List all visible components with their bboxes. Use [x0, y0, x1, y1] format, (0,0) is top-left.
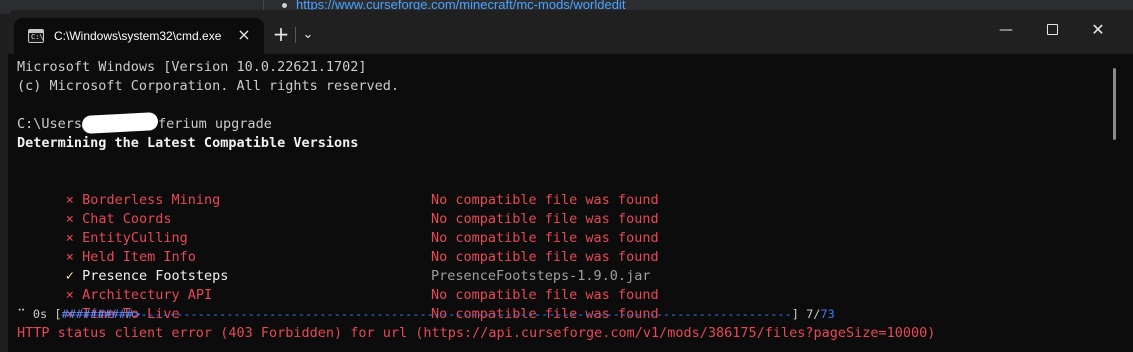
prompt-prefix: C:\Users: [17, 116, 83, 132]
background-bullet: [282, 3, 287, 8]
result-row: × Held Item Info No compatible file was f…: [17, 229, 917, 265]
tab-title: C:\Windows\system32\cmd.exe: [54, 29, 222, 43]
redacted-username: [81, 111, 159, 134]
status-heading: Determining the Latest Compatible Versio…: [17, 135, 359, 151]
header-line-1: Microsoft Windows [Version 10.0.22621.17…: [17, 59, 367, 75]
error-message: HTTP status client error (403 Forbidden)…: [17, 325, 936, 341]
cmd-icon: C:\: [28, 29, 44, 43]
progress-done: 7: [806, 307, 814, 321]
progress-elapsed: 0s: [32, 307, 48, 321]
progress-bar: ⠉ 0s [##########>-----------------------…: [17, 307, 835, 321]
close-button[interactable]: ✕: [1075, 10, 1121, 50]
tab-close-icon[interactable]: ×: [236, 27, 252, 43]
maximize-icon: [1046, 24, 1058, 35]
title-bar[interactable]: C:\ C:\Windows\system32\cmd.exe × + ⌄ — …: [8, 10, 1133, 54]
result-row: × Borderless Mining No compatible file wa…: [17, 172, 917, 208]
result-row: × EntityCulling No compatible file was fo…: [17, 210, 917, 246]
prompt-command: ferium upgrade: [158, 116, 272, 132]
progress-remaining: ----------------------------------------…: [140, 307, 792, 321]
tab-separator: [295, 27, 296, 43]
maximize-button[interactable]: [1029, 10, 1075, 50]
prompt-line: C:\Users ferium upgrade: [17, 111, 272, 134]
header-line-2: (c) Microsoft Corporation. All rights re…: [17, 78, 400, 94]
result-row: × Chat Coords No compatible file was foun…: [17, 191, 917, 227]
scrollbar[interactable]: [1113, 68, 1116, 140]
minimize-button[interactable]: —: [983, 10, 1029, 50]
progress-filled: ##########>: [61, 307, 141, 321]
terminal-output[interactable]: Microsoft Windows [Version 10.0.22621.17…: [17, 58, 1112, 352]
terminal-window: C:\ C:\Windows\system32\cmd.exe × + ⌄ — …: [8, 10, 1133, 352]
tab-cmd[interactable]: C:\ C:\Windows\system32\cmd.exe ×: [14, 18, 264, 54]
result-row: × Architectury API No compatible file was…: [17, 267, 917, 303]
result-row: ✓ Presence Footsteps PresenceFootsteps-1.…: [17, 248, 917, 284]
result-row: × Time To Live No compatible file was fou…: [17, 286, 917, 322]
new-tab-button[interactable]: +: [270, 24, 292, 46]
chevron-down-icon[interactable]: ⌄: [298, 24, 318, 46]
progress-total: 73: [820, 307, 835, 321]
spinner-icon: ⠉: [17, 307, 26, 321]
